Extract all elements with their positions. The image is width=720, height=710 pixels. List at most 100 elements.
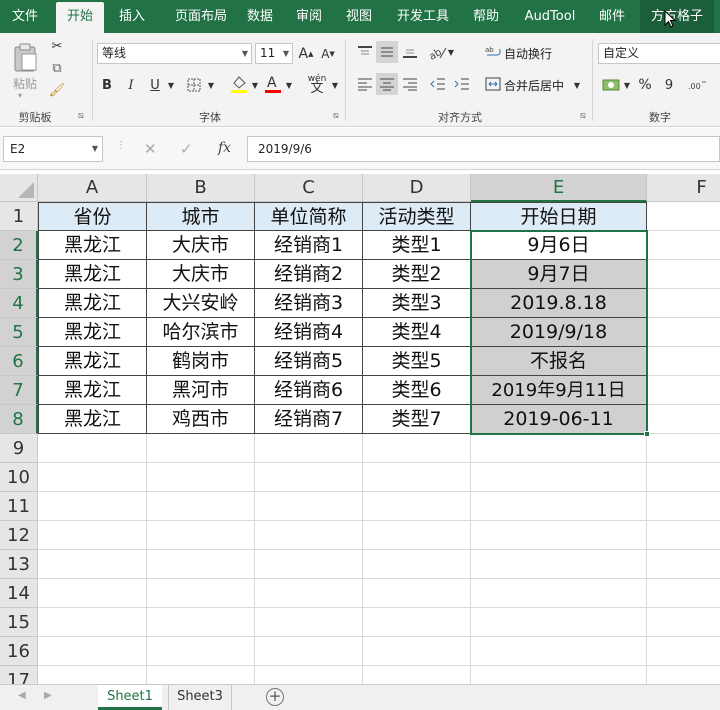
fill-color-icon[interactable] [228,73,250,95]
row-header[interactable]: 4 [0,289,38,318]
chevron-down-icon[interactable]: ▼ [206,75,216,95]
table-header-cell[interactable]: 开始日期 [471,202,647,231]
grow-font-icon[interactable]: A ▲ [298,43,314,64]
fill-handle[interactable] [644,431,650,437]
row-header[interactable]: 3 [0,260,38,289]
table-header-cell[interactable]: 城市 [147,202,255,231]
row-header[interactable]: 7 [0,376,38,405]
increase-indent-icon[interactable] [452,73,472,95]
column-header-b[interactable]: B [147,174,255,202]
column-header-c[interactable]: C [255,174,363,202]
selected-cell[interactable]: 2019-06-11 [471,405,647,434]
row-header[interactable]: 13 [0,550,38,579]
sheet-tab-sheet1[interactable]: Sheet1 [98,685,162,710]
insert-function-icon[interactable]: fx [218,140,231,156]
table-cell[interactable]: 经销商2 [255,260,363,289]
align-right-icon[interactable] [400,73,420,95]
worksheet-grid[interactable]: A B C D E F 1 2 3 4 5 6 7 8 9 10 11 12 1… [0,174,720,684]
name-box[interactable]: E2 ▼ [3,136,103,162]
table-cell[interactable]: 类型5 [363,347,471,376]
table-cell[interactable]: 黑龙江 [38,347,147,376]
italic-button[interactable]: I [122,75,140,95]
font-name-combo[interactable]: 等线 ▼ [97,43,252,64]
cancel-entry-icon[interactable]: ✕ [144,140,157,158]
cut-icon[interactable]: ✂ [48,37,66,55]
table-cell[interactable]: 类型6 [363,376,471,405]
increase-decimal-icon[interactable]: .00 [686,75,710,95]
number-format-combo[interactable]: 自定义 [598,43,720,64]
table-cell[interactable]: 类型4 [363,318,471,347]
chevron-down-icon[interactable]: ▼ [622,75,632,95]
add-sheet-icon[interactable]: + [266,688,284,706]
table-cell[interactable]: 类型3 [363,289,471,318]
row-header[interactable]: 2 [0,231,38,260]
row-header[interactable]: 9 [0,434,38,463]
tab-view[interactable]: 视图 [339,0,379,33]
copy-icon[interactable]: ⧉ [48,59,66,77]
table-cell[interactable]: 经销商4 [255,318,363,347]
row-header[interactable]: 17 [0,666,38,684]
column-header-d[interactable]: D [363,174,471,202]
select-all-button[interactable] [0,174,38,202]
row-header[interactable]: 14 [0,579,38,608]
align-center-icon[interactable] [376,73,398,95]
bold-button[interactable]: B [98,75,116,95]
tab-mail[interactable]: 邮件 [592,0,632,33]
paste-dropdown-arrow[interactable]: ▾ [18,91,22,100]
chevron-down-icon[interactable]: ▼ [572,75,582,95]
row-header[interactable]: 5 [0,318,38,347]
table-cell[interactable]: 类型2 [363,260,471,289]
align-top-icon[interactable] [355,41,375,63]
table-cell[interactable]: 经销商6 [255,376,363,405]
chevron-down-icon[interactable]: ▼ [250,75,260,95]
selected-cell[interactable]: 9月7日 [471,260,647,289]
shrink-font-icon[interactable]: A ▼ [320,43,336,64]
font-size-combo[interactable]: 11 ▼ [255,43,293,64]
table-cell[interactable]: 类型1 [363,231,471,260]
table-cell[interactable]: 大兴安岭 [147,289,255,318]
table-cell[interactable]: 黑龙江 [38,405,147,434]
row-header[interactable]: 12 [0,521,38,550]
tab-home[interactable]: 开始 [56,2,104,33]
decrease-indent-icon[interactable] [428,73,448,95]
row-header[interactable]: 10 [0,463,38,492]
selected-cell[interactable]: 2019.8.18 [471,289,647,318]
table-cell[interactable]: 经销商1 [255,231,363,260]
table-cell[interactable]: 大庆市 [147,260,255,289]
table-header-cell[interactable]: 活动类型 [363,202,471,231]
chevron-down-icon[interactable]: ▼ [166,75,176,95]
table-cell[interactable]: 经销商5 [255,347,363,376]
align-bottom-icon[interactable] [400,41,420,63]
wrap-text-icon[interactable]: ab [484,43,502,61]
paste-button-label[interactable]: 粘贴 [13,75,37,92]
confirm-entry-icon[interactable]: ✓ [180,140,193,158]
active-cell[interactable]: 9月6日 [471,231,647,260]
table-cell[interactable]: 类型7 [363,405,471,434]
column-header-a[interactable]: A [38,174,147,202]
table-cell[interactable]: 鸡西市 [147,405,255,434]
table-cell[interactable]: 黑河市 [147,376,255,405]
comma-style-button[interactable]: 9 [660,75,678,95]
table-cell[interactable]: 哈尔滨市 [147,318,255,347]
selected-cell[interactable]: 2019年9月11日 [471,376,647,405]
more-options-icon[interactable]: ⋮ [116,140,126,151]
tab-insert[interactable]: 插入 [110,0,154,33]
tab-data[interactable]: 数据 [240,0,280,33]
table-header-cell[interactable]: 单位简称 [255,202,363,231]
merge-center-icon[interactable] [484,75,502,93]
sheet-tab-sheet3[interactable]: Sheet3 [168,685,232,710]
borders-icon[interactable] [184,75,204,95]
phonetic-guide-icon[interactable]: wén 文 [304,71,330,97]
row-header[interactable]: 11 [0,492,38,521]
column-header-f[interactable]: F [647,174,720,202]
table-cell[interactable]: 鹤岗市 [147,347,255,376]
table-header-cell[interactable]: 省份 [38,202,147,231]
paste-icon[interactable] [8,39,42,75]
tab-review[interactable]: 审阅 [289,0,329,33]
row-header[interactable]: 1 [0,202,38,231]
format-painter-icon[interactable]: 🖌 [48,81,66,99]
formula-input[interactable]: 2019/9/6 [247,136,720,162]
align-middle-icon[interactable] [376,41,398,63]
table-cell[interactable]: 黑龙江 [38,231,147,260]
selected-cell[interactable]: 不报名 [471,347,647,376]
